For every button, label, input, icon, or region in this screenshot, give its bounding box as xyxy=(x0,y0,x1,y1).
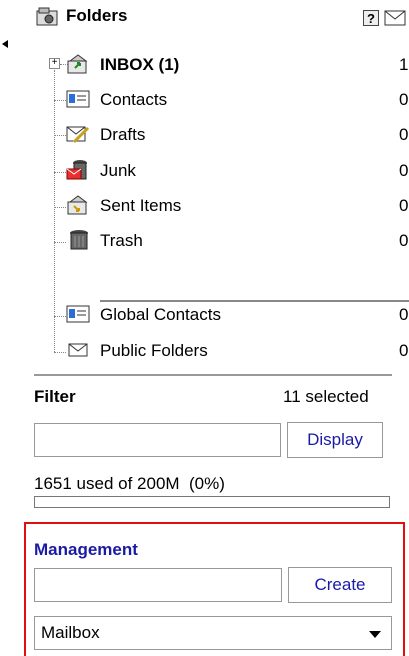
folder-row-sent-items[interactable]: Sent Items 0 xyxy=(66,194,409,220)
folder-label: Junk xyxy=(100,161,136,180)
tree-guide-line xyxy=(54,70,55,352)
sent-items-icon xyxy=(67,195,88,215)
inbox-icon xyxy=(67,54,88,74)
section-divider xyxy=(34,374,392,376)
collapse-panel-arrow[interactable] xyxy=(2,40,8,48)
create-button[interactable]: Create xyxy=(288,567,392,603)
display-button[interactable]: Display xyxy=(287,422,383,458)
folders-title: Folders xyxy=(66,6,128,25)
folder-row-global-contacts[interactable]: Global Contacts 0 xyxy=(66,303,409,329)
quota-bar xyxy=(34,496,390,508)
drafts-icon xyxy=(66,126,90,144)
folder-row-junk[interactable]: Junk 0 xyxy=(66,159,409,185)
envelope-icon xyxy=(68,343,88,357)
tree-branch xyxy=(54,316,66,317)
contacts-icon xyxy=(66,90,90,108)
folder-row-contacts[interactable]: Contacts 0 xyxy=(66,88,409,114)
trash-icon xyxy=(70,230,88,250)
folder-label: Public Folders xyxy=(100,341,208,360)
tree-branch xyxy=(54,135,66,136)
folder-separator xyxy=(100,300,409,302)
help-button[interactable]: ? xyxy=(363,10,379,26)
filter-label: Filter xyxy=(34,387,76,406)
folder-count: 0 xyxy=(399,125,409,144)
tree-branch xyxy=(54,172,66,173)
select-value: Mailbox xyxy=(41,623,100,642)
tree-branch xyxy=(54,100,66,101)
management-title: Management xyxy=(34,540,138,559)
filter-selected-count: 11 selected xyxy=(283,387,369,406)
tree-branch xyxy=(54,207,66,208)
folder-count: 1 xyxy=(399,55,409,74)
contacts-icon xyxy=(66,305,90,323)
management-input[interactable] xyxy=(34,568,282,602)
folder-row-inbox[interactable]: INBOX (1) 1 xyxy=(66,53,409,79)
folder-label: INBOX (1) xyxy=(100,55,180,74)
junk-icon xyxy=(66,160,87,180)
folder-row-public-folders[interactable]: Public Folders 0 xyxy=(66,339,409,365)
quota-text: 1651 used of 200M (0%) xyxy=(34,474,225,493)
folder-label: Sent Items xyxy=(100,196,182,215)
folder-count: 0 xyxy=(399,161,409,180)
folder-count: 0 xyxy=(399,196,409,215)
tree-branch xyxy=(54,242,66,243)
expand-inbox-toggle[interactable]: + xyxy=(49,58,60,69)
folder-count: 0 xyxy=(399,90,409,109)
folders-icon xyxy=(36,7,58,26)
folder-row-drafts[interactable]: Drafts 0 xyxy=(66,123,409,149)
folder-label: Drafts xyxy=(100,125,146,144)
chevron-down-icon xyxy=(369,631,381,638)
folder-label: Global Contacts xyxy=(100,305,221,324)
folder-row-trash[interactable]: Trash 0 xyxy=(66,229,409,255)
filter-input[interactable] xyxy=(34,423,281,457)
folder-count: 0 xyxy=(399,231,409,250)
folder-label: Contacts xyxy=(100,90,168,109)
tree-branch xyxy=(54,352,66,353)
folder-count: 0 xyxy=(399,305,409,324)
folder-label: Trash xyxy=(100,231,143,250)
folder-count: 0 xyxy=(399,341,409,360)
compose-mail-icon[interactable] xyxy=(384,10,406,26)
mailbox-type-select[interactable]: Mailbox xyxy=(34,616,392,650)
